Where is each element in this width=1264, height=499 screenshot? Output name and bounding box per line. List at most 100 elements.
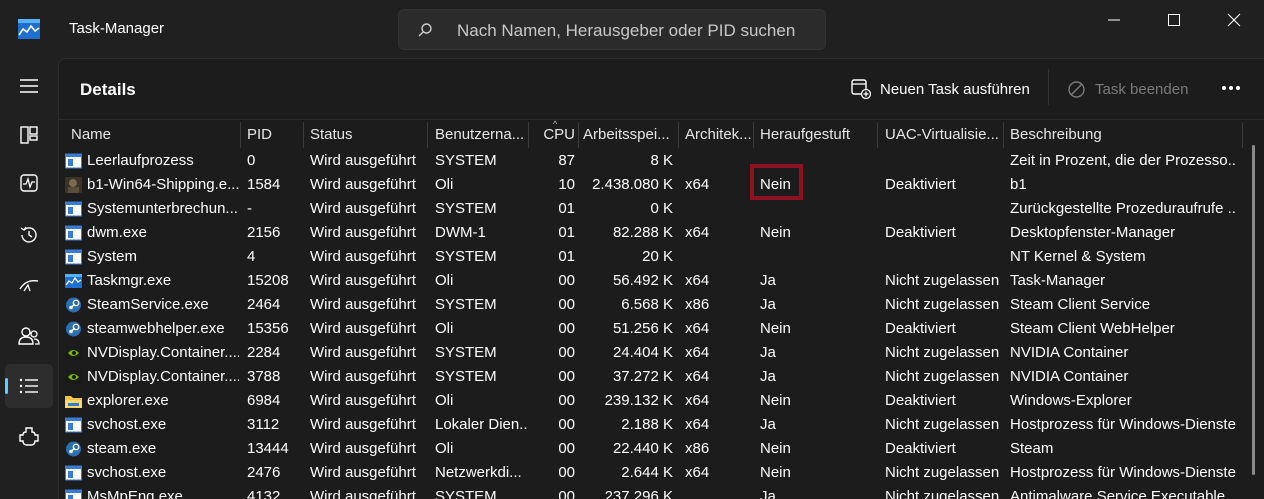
column-divider[interactable] — [1242, 122, 1243, 148]
cell-desc: NVIDIA Container — [1010, 368, 1129, 385]
column-divider[interactable] — [528, 122, 529, 148]
column-header[interactable]: Status — [310, 122, 428, 149]
sidebar-item-services[interactable] — [5, 415, 53, 459]
cell-arch — [685, 245, 751, 269]
cell-mem: 37.272 K — [612, 368, 673, 385]
cell-desc: Hostprozess für Windows-Dienste — [1010, 464, 1236, 481]
column-header[interactable]: Benutzerna... — [435, 122, 527, 149]
cell-uac: Deaktiviert — [885, 392, 956, 409]
end-task-button[interactable]: Task beenden — [1067, 71, 1188, 107]
table-header: Name PID Status Benutzerna... CPU Arbeitsspei… — [59, 119, 1243, 149]
cell-cpu: 00 — [558, 272, 575, 289]
column-header[interactable]: PID — [247, 122, 305, 149]
table-row[interactable]: NVDisplay.Container.... 3788 Wird ausgefüh… — [59, 365, 1243, 389]
page-title: Details — [80, 80, 136, 99]
cell-status: Wird ausgeführt — [310, 272, 416, 289]
cell-desc: Task-Manager — [1010, 272, 1106, 289]
details-icon — [19, 378, 38, 394]
cell-cpu: 87 — [558, 152, 575, 169]
column-divider[interactable] — [303, 122, 304, 148]
cell-cpu: 00 — [558, 296, 575, 313]
cell-cpu: 00 — [558, 320, 575, 337]
column-header[interactable]: Name — [71, 122, 239, 149]
table-row[interactable]: NVDisplay.Container.... 2284 Wird ausgefüh… — [59, 341, 1243, 365]
cell-name: NVDisplay.Container.... — [87, 368, 239, 385]
column-header[interactable]: Arbeitsspei... — [583, 122, 673, 149]
search-box[interactable]: Nach Namen, Herausgeber oder PID suchen — [398, 9, 826, 50]
cell-status: Wird ausgeführt — [310, 176, 416, 193]
table-row[interactable]: Systemunterbrechun... - Wird ausgeführt SYS… — [59, 197, 1243, 221]
close-button[interactable] — [1214, 8, 1254, 32]
column-header[interactable]: Architek... — [685, 122, 751, 149]
cell-cpu: 00 — [558, 464, 575, 481]
cell-user: DWM-1 — [435, 224, 486, 241]
window-icon — [65, 249, 82, 265]
table-row[interactable]: svchost.exe 3112 Wird ausgeführt Lokaler Di… — [59, 413, 1243, 437]
cell-uac: Nicht zugelassen — [885, 368, 1000, 385]
table-row[interactable]: SteamService.exe 2464 Wird ausgeführt SYSTE… — [59, 293, 1243, 317]
table-row[interactable]: dwm.exe 2156 Wird ausgeführt DWM-1 01 82.288 … — [59, 221, 1243, 245]
cell-status: Wird ausgeführt — [310, 248, 416, 265]
vertical-scrollbar[interactable] — [1252, 145, 1255, 475]
cell-name: Taskmgr.exe — [87, 272, 172, 289]
toolbar-separator — [59, 119, 1264, 120]
cell-pid: 0 — [247, 152, 256, 169]
cell-desc: Steam Client WebHelper — [1010, 320, 1175, 337]
cell-desc: NT Kernel & System — [1010, 248, 1146, 265]
column-header[interactable]: Heraufgestuft — [760, 122, 878, 149]
table-row[interactable]: MsMpEng.exe 4132 Wird ausgeführt SYSTEM 00 23… — [59, 485, 1243, 499]
maximize-button[interactable] — [1154, 8, 1194, 32]
taskmgr-icon — [65, 274, 82, 288]
cell-status: Wird ausgeführt — [310, 344, 416, 361]
column-header[interactable]: Beschreibung — [1010, 122, 1237, 149]
column-divider[interactable] — [240, 122, 241, 148]
new-task-icon — [851, 79, 871, 99]
table-row[interactable]: Taskmgr.exe 15208 Wird ausgeführt Oli 00 56.4… — [59, 269, 1243, 293]
cell-arch: x64 — [685, 392, 710, 409]
active-indicator — [5, 378, 8, 394]
task-manager-app-icon — [18, 19, 40, 39]
cell-elevated: Ja — [760, 344, 776, 361]
column-divider[interactable] — [1003, 122, 1004, 148]
column-divider[interactable] — [578, 122, 579, 148]
cell-mem: 20 K — [642, 248, 673, 265]
table-row[interactable]: steamwebhelper.exe 15356 Wird ausgeführt Ol… — [59, 317, 1243, 341]
cell-uac: Nicht zugelassen — [885, 488, 1000, 499]
column-divider[interactable] — [678, 122, 679, 148]
cell-mem: 2.644 K — [621, 464, 673, 481]
sidebar-item-startup-apps[interactable] — [5, 263, 53, 307]
column-header[interactable]: UAC-Virtualisie... — [885, 122, 1000, 149]
close-icon — [1227, 13, 1241, 27]
search-input[interactable]: Nach Namen, Herausgeber oder PID suchen — [457, 21, 795, 41]
more-options-button[interactable] — [1217, 78, 1245, 98]
column-divider[interactable] — [427, 122, 428, 148]
table-row[interactable]: System 4 Wird ausgeführt SYSTEM 01 20 K NT Ker… — [59, 245, 1243, 269]
table-row[interactable]: explorer.exe 6984 Wird ausgeführt Oli 00 239.… — [59, 389, 1243, 413]
cell-user: SYSTEM — [435, 200, 497, 217]
cell-desc: b1 — [1010, 176, 1027, 193]
cell-name: NVDisplay.Container.... — [87, 344, 239, 361]
cell-status: Wird ausgeführt — [310, 296, 416, 313]
sidebar-item-menu[interactable] — [5, 64, 53, 108]
column-divider[interactable] — [877, 122, 878, 148]
cell-arch: x64 — [685, 416, 710, 433]
sidebar-item-app-history[interactable] — [5, 213, 53, 257]
table-row[interactable]: b1-Win64-Shipping.e... 1584 Wird ausgeführ… — [59, 173, 1243, 197]
cell-status: Wird ausgeführt — [310, 200, 416, 217]
sidebar-item-performance[interactable] — [5, 161, 53, 205]
minimize-button[interactable] — [1094, 8, 1134, 32]
cell-user: SYSTEM — [435, 152, 497, 169]
table-row[interactable]: Leerlaufprozess 0 Wird ausgeführt SYSTEM 87 8… — [59, 149, 1243, 173]
cell-pid: 2464 — [247, 296, 281, 313]
sidebar-item-details[interactable] — [5, 364, 53, 408]
table-row[interactable]: steam.exe 13444 Wird ausgeführt Oli 00 22.440… — [59, 437, 1243, 461]
column-divider[interactable] — [753, 122, 754, 148]
sidebar-item-users[interactable] — [5, 314, 53, 358]
cell-pid: 4132 — [247, 488, 281, 499]
sidebar-item-processes[interactable] — [5, 113, 53, 157]
cell-name: SteamService.exe — [87, 296, 209, 313]
cell-uac: Nicht zugelassen — [885, 296, 1000, 313]
app-history-icon — [20, 226, 37, 243]
run-new-task-button[interactable]: Neuen Task ausführen — [851, 71, 1030, 107]
table-row[interactable]: svchost.exe 2476 Wird ausgeführt Netzwerkdi… — [59, 461, 1243, 485]
